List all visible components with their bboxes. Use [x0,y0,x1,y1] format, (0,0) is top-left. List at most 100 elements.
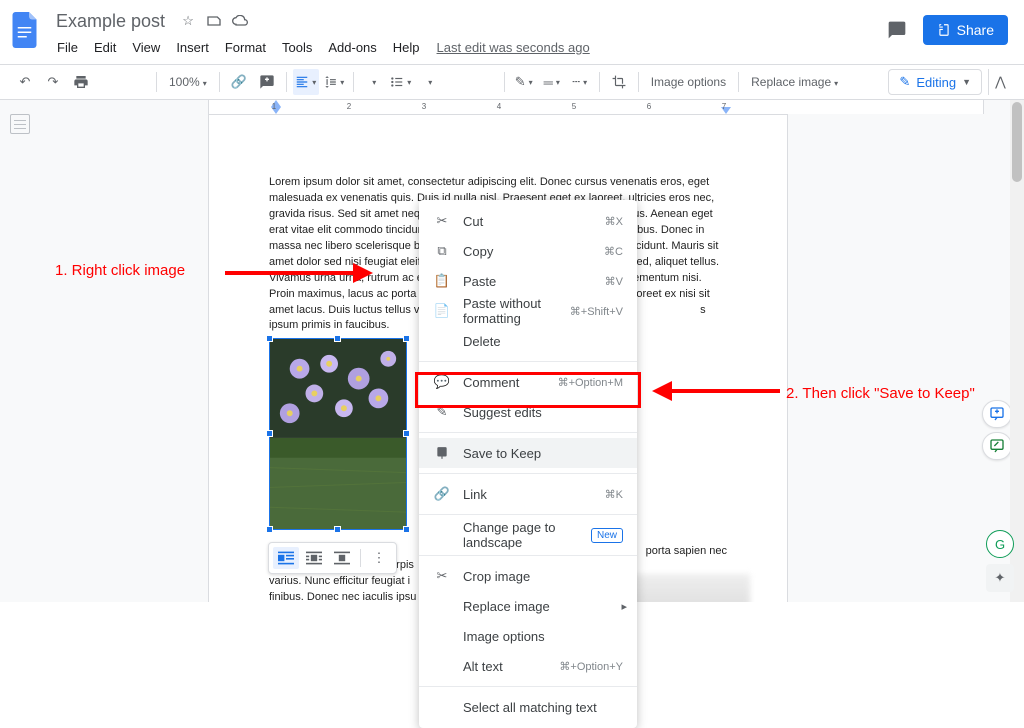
ctx-landscape[interactable]: Change page to landscapeNew [419,520,637,550]
add-comment-icon[interactable] [254,69,280,95]
crop-icon[interactable] [606,69,632,95]
spellcheck-icon[interactable] [96,69,122,95]
pencil-icon: ✎ [899,74,910,90]
editing-label: Editing [916,75,956,90]
ruler-mark: 4 [497,102,501,111]
docs-logo-icon[interactable] [8,12,44,48]
indent-more-icon[interactable] [472,69,498,95]
menu-view[interactable]: View [125,36,167,60]
ctx-image-options[interactable]: Image options [419,621,637,651]
ctx-delete[interactable]: Delete [419,326,637,356]
image-options-button[interactable]: Image options [645,75,732,89]
context-menu: ✂Cut⌘X ⧉Copy⌘C 📋Paste⌘V 📄Paste without f… [419,200,637,728]
toolbar: ↶ ↷ 100% 🔗 ✎ ═ ┄ Image options Replace i… [0,64,1024,100]
ruler-mark: 5 [572,102,576,111]
image-toolbar-more-icon[interactable]: ⋮ [366,547,392,569]
resize-handle[interactable] [266,526,273,533]
ctx-crop[interactable]: ✂Crop image [419,561,637,591]
link-icon: 🔗 [433,485,451,503]
menu-file[interactable]: File [50,36,85,60]
new-badge: New [591,528,623,543]
crop-icon: ✂ [433,567,451,585]
scrollbar-thumb[interactable] [1012,102,1022,182]
paint-format-icon[interactable] [124,69,150,95]
outline-icon[interactable] [10,114,30,134]
vertical-scrollbar[interactable] [1010,100,1024,602]
paste-plain-icon: 📄 [433,302,451,320]
toolbar-more-icon[interactable]: ⋀ [988,69,1012,95]
menu-help[interactable]: Help [386,36,427,60]
resize-handle[interactable] [403,335,410,342]
ctx-alt-text[interactable]: Alt text⌘+Option+Y [419,651,637,681]
zoom-dropdown[interactable]: 100% [163,75,213,89]
ruler-mark: 7 [722,102,726,111]
annotation-step1: 1. Right click image [55,262,185,279]
last-edit-link[interactable]: Last edit was seconds ago [429,36,598,60]
indent-less-icon[interactable] [444,69,470,95]
comment-icon: 💬 [433,373,451,391]
suggest-edit-side-icon[interactable] [982,432,1012,460]
resize-handle[interactable] [334,526,341,533]
document-title[interactable]: Example post [50,9,171,34]
ctx-select-matching[interactable]: Select all matching text [419,692,637,722]
ctx-copy[interactable]: ⧉Copy⌘C [419,236,637,266]
resize-handle[interactable] [403,526,410,533]
side-buttons [982,400,1012,460]
comments-button[interactable] [881,14,913,46]
wrap-text-icon[interactable] [301,547,327,569]
menu-tools[interactable]: Tools [275,36,319,60]
redo-icon[interactable]: ↷ [40,69,66,95]
paste-icon: 📋 [433,272,451,290]
keep-icon [433,444,451,462]
ctx-link[interactable]: 🔗Link⌘K [419,479,637,509]
bullet-list-icon[interactable] [388,69,414,95]
star-icon[interactable]: ☆ [179,12,197,30]
cut-icon: ✂ [433,212,451,230]
ctx-replace-image[interactable]: Replace image [419,591,637,621]
share-button[interactable]: Share [923,15,1008,45]
line-spacing-icon[interactable] [321,69,347,95]
ctx-separator [419,361,637,362]
resize-handle[interactable] [266,335,273,342]
link-icon[interactable]: 🔗 [226,69,252,95]
secondary-image [620,574,750,602]
ctx-suggest[interactable]: ✎Suggest edits [419,397,637,427]
menu-addons[interactable]: Add-ons [321,36,383,60]
align-left-icon[interactable] [293,69,319,95]
border-weight-icon[interactable]: ═ [539,69,565,95]
cloud-icon[interactable] [231,12,249,30]
share-label: Share [957,22,994,38]
ctx-save-to-keep[interactable]: Save to Keep [419,438,637,468]
border-color-icon[interactable]: ✎ [511,69,537,95]
menu-format[interactable]: Format [218,36,273,60]
ctx-paste-plain[interactable]: 📄Paste without formatting⌘+Shift+V [419,296,637,326]
print-icon[interactable] [68,69,94,95]
ctx-paste[interactable]: 📋Paste⌘V [419,266,637,296]
resize-handle[interactable] [403,430,410,437]
editing-mode-button[interactable]: ✎ Editing ▼ [888,69,982,95]
ruler-mark: 2 [347,102,351,111]
menu-insert[interactable]: Insert [169,36,216,60]
explore-icon[interactable]: ✦ [986,564,1014,592]
border-dash-icon[interactable]: ┄ [567,69,593,95]
ctx-cut[interactable]: ✂Cut⌘X [419,206,637,236]
resize-handle[interactable] [334,335,341,342]
inline-wrap-icon[interactable] [273,547,299,569]
numbered-list-icon[interactable] [416,69,442,95]
break-text-icon[interactable] [329,547,355,569]
checklist-icon[interactable] [360,69,386,95]
inserted-image[interactable] [269,338,407,530]
ruler[interactable]: 1 2 3 4 5 6 7 [40,100,1024,114]
move-icon[interactable] [205,12,223,30]
replace-image-button[interactable]: Replace image [745,75,844,89]
outline-rail [0,100,40,602]
menu-edit[interactable]: Edit [87,36,123,60]
ctx-separator [419,432,637,433]
grammarly-icon[interactable]: G [986,530,1014,558]
ctx-comment[interactable]: 💬Comment⌘+Option+M [419,367,637,397]
undo-icon[interactable]: ↶ [12,69,38,95]
header-bar: Example post ☆ File Edit View Insert For… [0,0,1024,64]
resize-handle[interactable] [266,430,273,437]
ctx-separator [419,555,637,556]
add-comment-side-icon[interactable] [982,400,1012,428]
